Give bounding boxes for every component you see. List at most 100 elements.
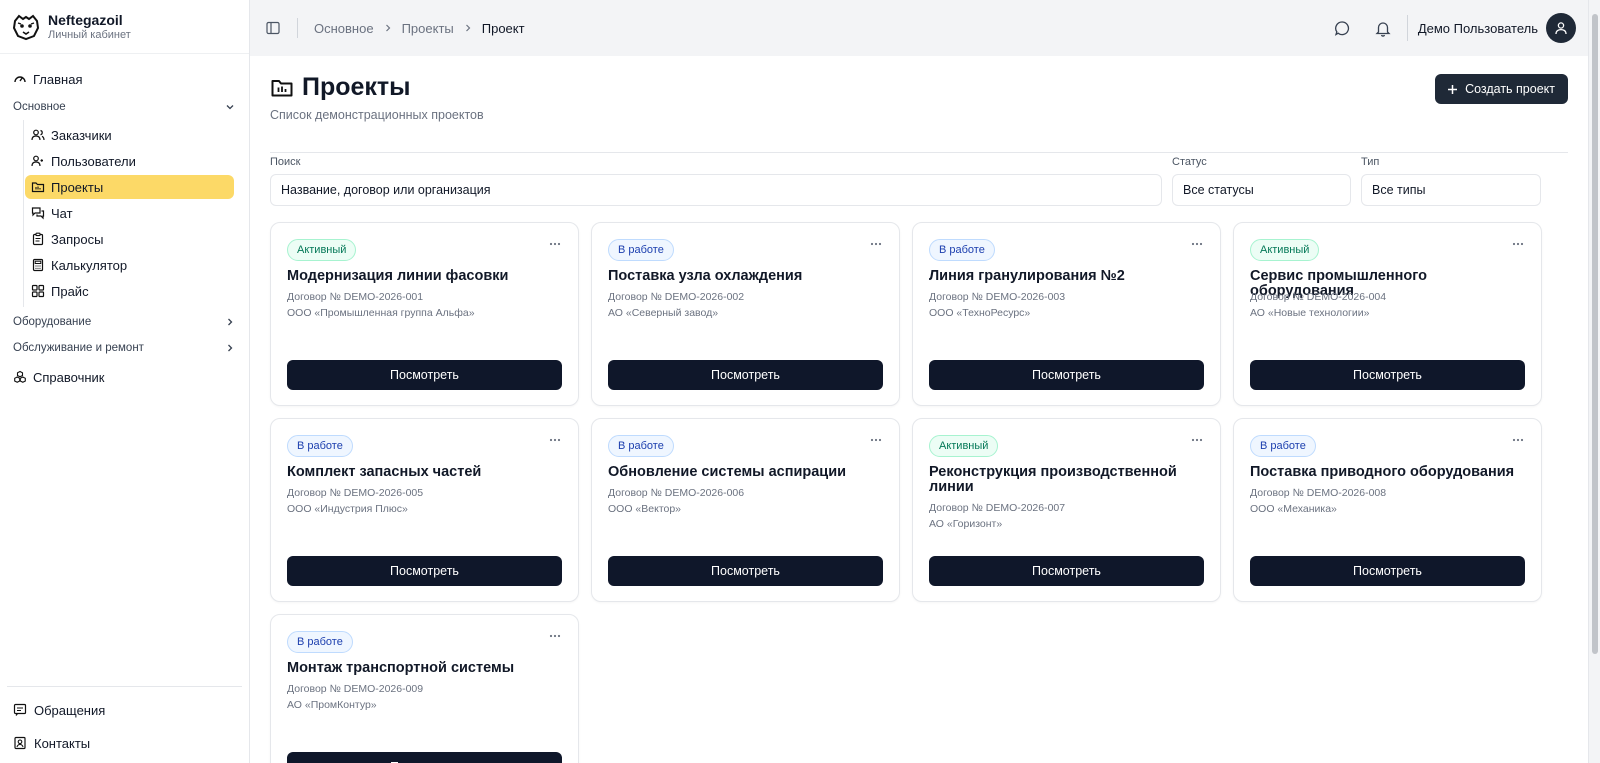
more-horizontal-icon[interactable] (1188, 237, 1206, 251)
sidebar-item-label: Справочник (33, 369, 105, 385)
tiger-logo-icon (10, 11, 42, 43)
sidebar-item-customers[interactable]: Заказчики (25, 123, 234, 147)
project-card: Активный Реконструкция производственной … (912, 418, 1221, 602)
clipboard-icon (31, 232, 45, 246)
breadcrumb-item[interactable]: Проекты (402, 21, 454, 36)
scrollbar-thumb[interactable] (1592, 14, 1598, 654)
chevron-right-icon (225, 343, 235, 353)
sidebar-item-price[interactable]: Прайс (25, 279, 234, 303)
view-project-button[interactable]: Посмотреть (287, 752, 562, 763)
more-horizontal-icon[interactable] (546, 237, 564, 251)
status-badge: Активный (929, 435, 999, 457)
sidebar-item-label: Обращения (34, 702, 106, 718)
page-scrollbar[interactable] (1588, 0, 1600, 763)
status-select-value: Все статусы (1183, 183, 1254, 197)
project-card: В работе Поставка узла охлаждения Догово… (591, 222, 900, 406)
project-title: Реконструкция производственной линии (929, 464, 1177, 495)
sidebar-sublist-main: Заказчики Пользователи Проекты Чат Запро… (23, 120, 249, 307)
type-select[interactable]: Все типы (1361, 174, 1541, 206)
user-name[interactable]: Демо Пользователь (1418, 21, 1538, 36)
project-organization: ООО «Механика» (1250, 503, 1337, 515)
more-horizontal-icon[interactable] (546, 629, 564, 643)
more-horizontal-icon[interactable] (1188, 433, 1206, 447)
project-title: Обновление системы аспирации (608, 464, 847, 480)
breadcrumb-item[interactable]: Основное (314, 21, 374, 36)
divider (297, 18, 298, 38)
project-title: Комплект запасных частей (287, 464, 482, 480)
project-title: Поставка приводного оборудования (1250, 464, 1515, 480)
project-organization: АО «Северный завод» (608, 307, 719, 319)
project-card: Активный Модернизация линии фасовки Дого… (270, 222, 579, 406)
message-circle-icon[interactable] (1333, 18, 1353, 38)
sidebar-toggle-icon[interactable] (262, 17, 284, 39)
contact-icon (13, 736, 27, 750)
more-horizontal-icon[interactable] (867, 237, 885, 251)
sidebar-group-service[interactable]: Обслуживание и ремонт (0, 335, 249, 361)
sidebar-item-home[interactable]: Главная (0, 66, 249, 92)
page-subtitle: Список демонстрационных проектов (270, 108, 484, 122)
sidebar-item-label: Проекты (51, 179, 104, 195)
project-title: Монтаж транспортной системы (287, 660, 515, 676)
grid-icon (31, 284, 45, 298)
filters-bar: Поиск Название, договор или организация … (270, 156, 1568, 208)
sidebar-item-appeals[interactable]: Обращения (0, 697, 249, 723)
sidebar-item-contacts[interactable]: Контакты (0, 730, 249, 756)
project-title: Линия гранулирования №2 (929, 268, 1125, 284)
sidebar-group-equipment[interactable]: Оборудование (0, 309, 249, 335)
sidebar-item-reference[interactable]: Справочник (0, 364, 249, 390)
brand[interactable]: Neftegazoil Личный кабинет (0, 0, 249, 54)
sidebar-group-main[interactable]: Основное (0, 94, 249, 120)
sidebar-item-label: Чат (51, 205, 73, 221)
sidebar-item-label: Пользователи (51, 153, 136, 169)
status-badge: В работе (1250, 435, 1316, 457)
avatar[interactable] (1546, 13, 1576, 43)
view-project-button[interactable]: Посмотреть (929, 360, 1204, 390)
sidebar-group-label: Оборудование (13, 316, 92, 328)
project-organization: ООО «ТехноРесурс» (929, 307, 1031, 319)
more-horizontal-icon[interactable] (1509, 237, 1527, 251)
sidebar-item-users[interactable]: Пользователи (25, 149, 234, 173)
project-card: В работе Монтаж транспортной системы Дог… (270, 614, 579, 763)
sidebar: Neftegazoil Личный кабинет Главная Основ… (0, 0, 250, 763)
sidebar-item-projects[interactable]: Проекты (25, 175, 234, 199)
view-project-button[interactable]: Посмотреть (1250, 360, 1525, 390)
more-horizontal-icon[interactable] (1509, 433, 1527, 447)
sidebar-item-requests[interactable]: Запросы (25, 227, 234, 251)
gauge-icon (13, 72, 27, 86)
more-horizontal-icon[interactable] (867, 433, 885, 447)
divider (7, 686, 242, 687)
cubes-icon (13, 370, 27, 384)
view-project-button[interactable]: Посмотреть (1250, 556, 1525, 586)
view-project-button[interactable]: Посмотреть (287, 556, 562, 586)
view-project-button[interactable]: Посмотреть (287, 360, 562, 390)
view-project-button[interactable]: Посмотреть (608, 556, 883, 586)
chat-icon (31, 206, 45, 220)
project-contract: Договор № DEMO-2026-003 (929, 291, 1066, 303)
more-horizontal-icon[interactable] (546, 433, 564, 447)
breadcrumb-current: Проект (481, 20, 525, 36)
status-badge: В работе (929, 239, 995, 261)
folder-icon (31, 180, 45, 194)
breadcrumb: Основное Проекты Проект (314, 21, 525, 36)
sidebar-group-label: Основное (13, 101, 66, 113)
sidebar-nav: Главная Основное Заказчики Пользователи … (0, 54, 249, 390)
view-project-button[interactable]: Посмотреть (929, 556, 1204, 586)
sidebar-item-label: Заказчики (51, 127, 112, 143)
project-card: В работе Поставка приводного оборудовани… (1233, 418, 1542, 602)
chevron-right-icon (464, 23, 472, 33)
sidebar-item-calculator[interactable]: Калькулятор (25, 253, 234, 277)
type-filter-label: Тип (1361, 156, 1380, 168)
create-project-button[interactable]: Создать проект (1435, 74, 1568, 104)
page-title: Проекты (302, 73, 411, 101)
search-input[interactable]: Название, договор или организация (270, 174, 1162, 206)
status-select[interactable]: Все статусы (1172, 174, 1351, 206)
status-badge: Активный (287, 239, 357, 261)
status-filter-label: Статус (1172, 156, 1207, 168)
view-project-button[interactable]: Посмотреть (608, 360, 883, 390)
brand-name: Neftegazoil (48, 12, 123, 28)
user-icon (1555, 22, 1567, 35)
divider (1406, 15, 1408, 41)
project-contract: Договор № DEMO-2026-007 (929, 502, 1066, 514)
sidebar-item-chat[interactable]: Чат (25, 201, 234, 225)
bell-icon[interactable] (1373, 18, 1393, 38)
